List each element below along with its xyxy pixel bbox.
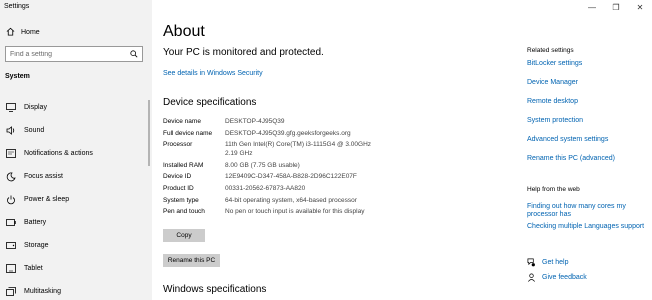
spec-row: Device ID 12E9409C-D347-458A-B828-2D96C1… <box>163 173 385 182</box>
window-title: Settings <box>4 3 30 10</box>
sidebar-item-label: Storage <box>24 242 49 249</box>
related-settings-links: BitLocker settings Device Manager Remote… <box>527 60 615 174</box>
rename-pc-advanced-link[interactable]: Rename this PC (advanced) <box>527 155 615 174</box>
sidebar-item-multitasking[interactable]: Multitasking <box>0 280 152 300</box>
bitlocker-settings-link[interactable]: BitLocker settings <box>527 60 615 79</box>
sidebar-item-label: Display <box>24 104 47 111</box>
sidebar-item-label: Focus assist <box>24 173 63 180</box>
device-specs-table: Device name DESKTOP-4J95Q39 Full device … <box>163 118 385 220</box>
sidebar-item-sound[interactable]: Sound <box>0 119 152 142</box>
support-links: Get help Give feedback <box>527 255 587 285</box>
focus-assist-icon <box>6 172 16 182</box>
give-feedback-icon <box>527 269 536 287</box>
home-label: Home <box>21 29 40 36</box>
spec-value: 64-bit operating system, x64-based proce… <box>225 196 357 204</box>
spec-label: Product ID <box>163 184 194 192</box>
sidebar-nav: Display Sound Notifications & actions Fo… <box>0 96 152 300</box>
spec-value: DESKTOP-4J95Q39 <box>225 118 285 125</box>
copy-button[interactable]: Copy <box>163 229 205 242</box>
search-input[interactable] <box>10 50 120 58</box>
help-links: Finding out how many cores my processor … <box>527 203 652 235</box>
multitasking-icon <box>6 287 16 297</box>
languages-help-link[interactable]: Checking multiple Languages support <box>527 223 652 231</box>
spec-value: 8.00 GB (7.75 GB usable) <box>225 161 300 169</box>
search-icon[interactable] <box>130 45 138 63</box>
give-feedback-item[interactable]: Give feedback <box>527 270 587 285</box>
display-icon <box>6 103 16 113</box>
spec-label: Processor <box>163 141 193 149</box>
spec-label: System type <box>163 196 199 204</box>
sidebar: Settings Home System Display Sound Notif… <box>0 0 152 300</box>
rename-pc-button[interactable]: Rename this PC <box>163 254 220 267</box>
minimize-button[interactable]: — <box>580 0 604 14</box>
sidebar-item-label: Battery <box>24 219 47 226</box>
sidebar-item-focus-assist[interactable]: Focus assist <box>0 165 152 188</box>
battery-icon <box>6 218 16 228</box>
device-specs-heading: Device specifications <box>163 97 257 108</box>
home-nav-item[interactable]: Home <box>6 27 40 38</box>
sidebar-section-title: System <box>5 73 30 80</box>
sidebar-item-label: Power & sleep <box>24 196 70 203</box>
spec-label: Full device name <box>163 129 213 137</box>
spec-row: Product ID 00331-20562-67873-AA820 <box>163 185 385 194</box>
spec-value: 00331-20562-67873-AA820 <box>225 184 306 192</box>
spec-label: Device ID <box>163 173 192 181</box>
spec-row: Pen and touch No pen or touch input is a… <box>163 208 385 217</box>
search-box[interactable] <box>5 46 143 62</box>
spec-row: Processor 11th Gen Intel(R) Core(TM) i3-… <box>163 141 385 158</box>
home-icon <box>6 27 15 38</box>
help-from-web-heading: Help from the web <box>527 186 580 193</box>
maximize-button[interactable]: ❐ <box>604 0 628 14</box>
related-settings-heading: Related settings <box>527 47 574 54</box>
power-icon <box>6 195 16 205</box>
sidebar-item-power-sleep[interactable]: Power & sleep <box>0 188 152 211</box>
tablet-icon <box>6 264 16 274</box>
spec-value: 12E9409C-D347-458A-B828-2D96C122E07F <box>225 173 357 181</box>
sidebar-item-battery[interactable]: Battery <box>0 211 152 234</box>
spec-row: Full device name DESKTOP-4J95Q39.gfg.gee… <box>163 130 385 139</box>
sidebar-item-notifications[interactable]: Notifications & actions <box>0 142 152 165</box>
protection-status: Your PC is monitored and protected. <box>163 47 324 58</box>
page-title: About <box>163 23 205 40</box>
sidebar-scrollbar[interactable] <box>148 100 150 166</box>
main-panel: — ❐ ✕ About Your PC is monitored and pro… <box>152 0 652 300</box>
spec-value: 11th Gen Intel(R) Core(TM) i3-1115G4 @ 3… <box>225 141 372 157</box>
windows-security-link[interactable]: See details in Windows Security <box>163 70 263 77</box>
cores-help-link[interactable]: Finding out how many cores my processor … <box>527 203 652 219</box>
sound-icon <box>6 126 16 136</box>
spec-label: Pen and touch <box>163 208 205 216</box>
give-feedback-link[interactable]: Give feedback <box>542 274 587 281</box>
notifications-icon <box>6 149 16 159</box>
sidebar-item-label: Multitasking <box>24 288 61 295</box>
device-manager-link[interactable]: Device Manager <box>527 79 615 98</box>
window-controls: — ❐ ✕ <box>580 0 652 14</box>
spec-row: Installed RAM 8.00 GB (7.75 GB usable) <box>163 162 385 171</box>
windows-specs-heading: Windows specifications <box>163 284 267 295</box>
sidebar-item-label: Notifications & actions <box>24 150 93 157</box>
spec-value: DESKTOP-4J95Q39.gfg.geeksforgeeks.org <box>225 129 351 137</box>
spec-value: No pen or touch input is available for t… <box>225 208 365 216</box>
sidebar-item-tablet[interactable]: Tablet <box>0 257 152 280</box>
sidebar-item-display[interactable]: Display <box>0 96 152 119</box>
spec-label: Installed RAM <box>163 161 204 169</box>
get-help-link[interactable]: Get help <box>542 259 568 266</box>
spec-row: System type 64-bit operating system, x64… <box>163 197 385 206</box>
sidebar-item-storage[interactable]: Storage <box>0 234 152 257</box>
spec-row: Device name DESKTOP-4J95Q39 <box>163 118 385 127</box>
sidebar-item-label: Sound <box>24 127 45 134</box>
storage-icon <box>6 241 16 251</box>
close-button[interactable]: ✕ <box>628 0 652 14</box>
system-protection-link[interactable]: System protection <box>527 117 615 136</box>
advanced-system-settings-link[interactable]: Advanced system settings <box>527 136 615 155</box>
spec-label: Device name <box>163 118 201 125</box>
sidebar-item-label: Tablet <box>24 265 43 272</box>
remote-desktop-link[interactable]: Remote desktop <box>527 98 615 117</box>
